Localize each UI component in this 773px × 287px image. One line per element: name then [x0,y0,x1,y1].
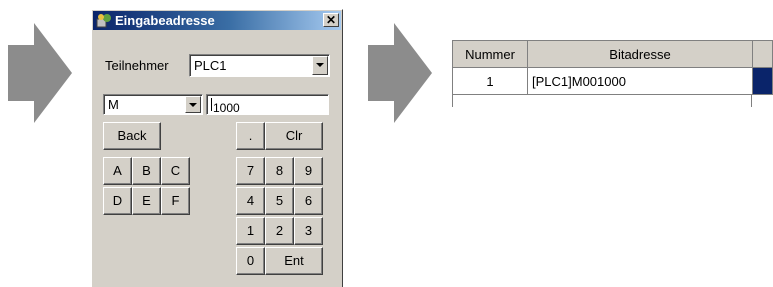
key-3[interactable]: 3 [294,217,323,245]
key-dot[interactable]: . [236,122,265,150]
column-header-extra[interactable] [752,40,773,68]
key-d[interactable]: D [103,187,132,215]
key-8[interactable]: 8 [265,157,294,185]
key-2[interactable]: 2 [265,217,294,245]
address-input[interactable]: 1000 [206,94,329,115]
key-a[interactable]: A [103,157,132,185]
key-6[interactable]: 6 [294,187,323,215]
key-1[interactable]: 1 [236,217,265,245]
cell-selected[interactable] [752,67,773,95]
key-f[interactable]: F [161,187,190,215]
arrow-right-icon [8,23,72,123]
dialog-titlebar[interactable]: Eingabeadresse ✕ [93,11,341,30]
key-ent[interactable]: Ent [265,247,323,275]
dialog-app-icon [96,14,111,28]
device-value: M [108,97,119,112]
key-back[interactable]: Back [103,122,161,150]
dropdown-arrow-icon[interactable] [312,56,328,75]
cell-bitadresse[interactable]: [PLC1]M001000 [527,67,753,95]
key-e[interactable]: E [132,187,161,215]
address-table: Nummer Bitadresse 1 [PLC1]M001000 [452,40,773,95]
key-5[interactable]: 5 [265,187,294,215]
device-select[interactable]: M [103,94,203,115]
dropdown-arrow-icon[interactable] [185,96,201,113]
key-clr[interactable]: Clr [265,122,323,150]
key-b[interactable]: B [132,157,161,185]
teilnehmer-select[interactable]: PLC1 [189,54,330,77]
key-7[interactable]: 7 [236,157,265,185]
arrow-right-icon [368,23,432,123]
address-input-dialog: Eingabeadresse ✕ Teilnehmer PLC1 M 1000 … [91,9,343,287]
dialog-title: Eingabeadresse [115,13,215,28]
table-row[interactable]: 1 [PLC1]M001000 [452,67,773,95]
teilnehmer-label: Teilnehmer [105,58,169,73]
close-icon[interactable]: ✕ [323,13,339,27]
column-header-bitadresse[interactable]: Bitadresse [527,40,753,68]
key-0[interactable]: 0 [236,247,265,275]
address-value: 1000 [213,101,240,115]
cell-nummer[interactable]: 1 [452,67,528,95]
teilnehmer-value: PLC1 [194,58,227,73]
key-4[interactable]: 4 [236,187,265,215]
column-header-nummer[interactable]: Nummer [452,40,528,68]
key-c[interactable]: C [161,157,190,185]
table-empty-row [452,95,752,107]
key-9[interactable]: 9 [294,157,323,185]
table-header-row: Nummer Bitadresse [452,40,773,68]
